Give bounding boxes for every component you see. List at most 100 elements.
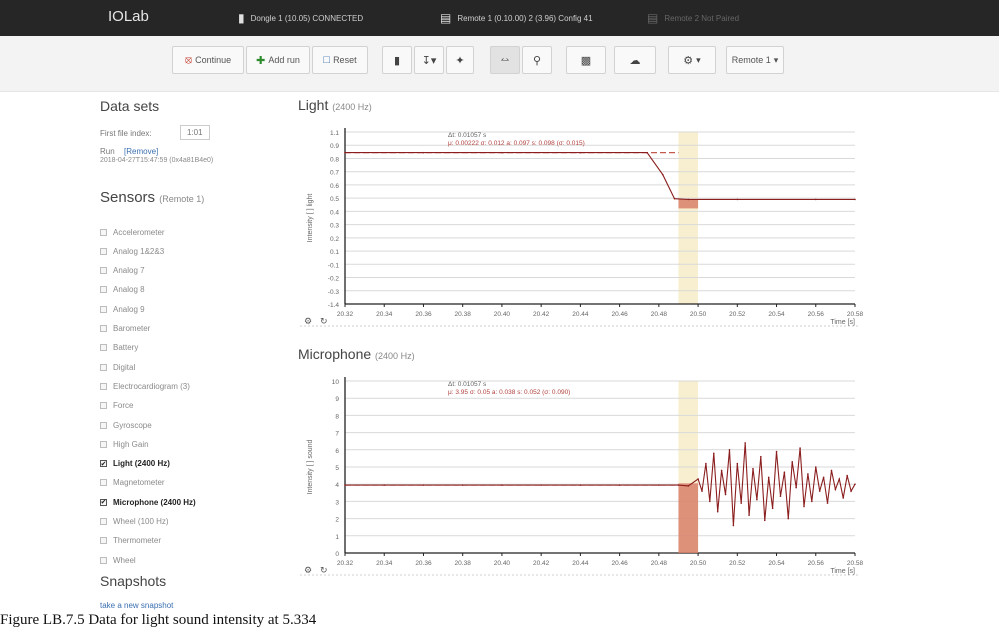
- sensor-label: Analog 7: [113, 266, 145, 276]
- dongle-status[interactable]: ▮ Dongle 1 (10.05) CONNECTED: [238, 11, 363, 25]
- microphone-chart[interactable]: 10987654321020.32 20.34 20.36 20.38 20.40 20.…: [290, 367, 870, 579]
- chart-type-button[interactable]: ▮: [382, 46, 412, 74]
- sensor-label: Accelerometer: [113, 227, 165, 237]
- checkbox-checked-icon[interactable]: ✔: [100, 460, 107, 468]
- record-icon: ⦻: [184, 53, 193, 66]
- data-point: [779, 495, 782, 498]
- app-brand: IOLab: [108, 8, 149, 25]
- remote-2-status[interactable]: ▤ Remote 2 Not Paired: [647, 11, 739, 25]
- sensor-item[interactable]: Accelerometer: [100, 226, 165, 238]
- x-tick-label: 20.54: [768, 311, 785, 318]
- checkbox-icon[interactable]: [100, 286, 107, 294]
- sensor-item[interactable]: Analog 8: [100, 284, 145, 296]
- reset-button[interactable]: □ Reset: [312, 46, 368, 74]
- y-tick-label: 1.1: [330, 130, 339, 137]
- remove-run-link[interactable]: [Remove]: [124, 147, 158, 156]
- checkbox-icon[interactable]: [100, 421, 107, 429]
- folder-icon: ▩: [580, 54, 592, 67]
- data-point: [830, 469, 833, 472]
- sensor-item[interactable]: High Gain: [100, 438, 149, 450]
- add-run-button[interactable]: ✚ Add run: [246, 46, 310, 74]
- data-point: [701, 490, 703, 492]
- checkbox-icon[interactable]: [100, 363, 107, 371]
- checkbox-checked-icon[interactable]: ✔: [100, 498, 107, 506]
- checkbox-icon[interactable]: [100, 382, 107, 390]
- sensor-item[interactable]: Magnetometer: [100, 477, 165, 489]
- plus-icon: ✚: [256, 54, 266, 67]
- y-tick-label: 10: [332, 379, 340, 386]
- checkbox-icon[interactable]: [100, 402, 107, 410]
- sensor-label: Electrocardiogram (3): [113, 381, 190, 391]
- vertical-tool-button[interactable]: ↧▾: [414, 46, 444, 74]
- sensor-item[interactable]: Analog 1&2&3: [100, 245, 164, 257]
- pin-button[interactable]: ✦: [446, 46, 474, 74]
- x-tick-label: 20.44: [572, 560, 589, 567]
- mean-band: [678, 483, 699, 553]
- sensor-label: High Gain: [113, 439, 149, 449]
- microphone-plot-title: Microphone (2400 Hz): [298, 346, 415, 362]
- sensor-item[interactable]: Force: [100, 400, 133, 412]
- data-point: [579, 151, 582, 154]
- sensor-item[interactable]: Electrocardiogram (3): [100, 380, 190, 392]
- checkbox-icon[interactable]: [100, 344, 107, 352]
- checkbox-icon[interactable]: [100, 228, 107, 236]
- cloud-button[interactable]: ☁: [614, 46, 656, 74]
- checkbox-icon[interactable]: [100, 325, 107, 332]
- y-tick-label: -0.1: [328, 262, 340, 269]
- continue-button[interactable]: ⦻ Continue: [172, 46, 244, 74]
- sensor-item[interactable]: Analog 9: [100, 303, 145, 315]
- toolbar: ⦻ Continue ✚ Add run □ Reset ▮ ↧▾ ✦ ⥎ ⚲ …: [0, 36, 999, 92]
- x-tick-label: 20.44: [572, 311, 589, 318]
- sensor-item[interactable]: ✔ Light (2400 Hz): [100, 458, 170, 470]
- sensor-item[interactable]: ✔ Microphone (2400 Hz): [100, 496, 196, 508]
- sensor-label: Analog 1&2&3: [113, 246, 165, 256]
- zoom-button[interactable]: ⚲: [522, 46, 552, 74]
- y-tick-label: 0.2: [330, 236, 339, 243]
- sensor-item[interactable]: Gyroscope: [100, 419, 152, 431]
- checkbox-icon[interactable]: [100, 440, 107, 448]
- sensor-item[interactable]: Battery: [100, 342, 138, 354]
- data-point: [724, 493, 727, 496]
- data-point: [344, 484, 346, 486]
- remote-1-status[interactable]: ▤ Remote 1 (0.10.00) 2 (3.96) Config 41: [440, 11, 593, 25]
- sensors-remote: (Remote 1): [159, 194, 205, 204]
- settings-button[interactable]: ⚙ ▾: [668, 46, 716, 74]
- sensor-item[interactable]: Barometer: [100, 323, 150, 335]
- checkbox-icon[interactable]: [100, 479, 107, 487]
- remote-select-button[interactable]: Remote 1 ▾: [726, 46, 784, 74]
- y-tick-label: -0.2: [328, 276, 340, 283]
- open-folder-button[interactable]: ▩: [566, 46, 606, 74]
- x-tick-label: 20.32: [337, 311, 354, 318]
- data-point: [748, 514, 750, 516]
- y-axis-label: Intensity [ ] sound: [307, 439, 314, 494]
- x-tick-label: 20.46: [611, 560, 628, 567]
- checkbox-icon[interactable]: [100, 305, 107, 313]
- y-tick-label: 8: [335, 413, 339, 420]
- remote-2-status-text: Remote 2 Not Paired: [664, 13, 740, 23]
- checkbox-icon[interactable]: [100, 247, 107, 255]
- data-point: [658, 484, 660, 486]
- light-chart[interactable]: 1.1 0.9 0.8 0.7 0.6 0.5 0.4 0.3 0.2 0.1 -0.1 -0.2 -0…: [290, 118, 870, 330]
- data-point: [771, 507, 774, 510]
- sensor-item[interactable]: Wheel (100 Hz): [100, 516, 169, 528]
- remote-1-status-text: Remote 1 (0.10.00) 2 (3.96) Config 41: [457, 13, 593, 23]
- top-bar: IOLab ▮ Dongle 1 (10.05) CONNECTED ▤ Rem…: [0, 0, 999, 36]
- chevron-down-icon: ▾: [773, 54, 779, 65]
- sensor-item[interactable]: Analog 7: [100, 265, 145, 277]
- x-tick-label: 20.38: [455, 311, 472, 318]
- stats-button[interactable]: ⥎: [490, 46, 520, 74]
- checkbox-icon[interactable]: [100, 556, 107, 564]
- sensor-item[interactable]: Digital: [100, 361, 135, 373]
- data-point: [854, 483, 856, 485]
- data-point: [646, 151, 648, 154]
- vertical-line-icon: ↧▾: [421, 54, 437, 67]
- data-point: [822, 476, 825, 479]
- figure-caption: Figure LB.7.5 Data for light sound inten…: [0, 612, 317, 628]
- checkbox-icon[interactable]: [100, 518, 107, 525]
- sensor-item[interactable]: Wheel: [100, 554, 136, 566]
- file-index-input[interactable]: 1:01: [180, 125, 210, 140]
- take-snapshot-link[interactable]: take a new snapshot: [100, 601, 173, 610]
- checkbox-icon[interactable]: [100, 267, 107, 275]
- checkbox-icon[interactable]: [100, 537, 107, 545]
- sensor-item[interactable]: Thermometer: [100, 535, 161, 547]
